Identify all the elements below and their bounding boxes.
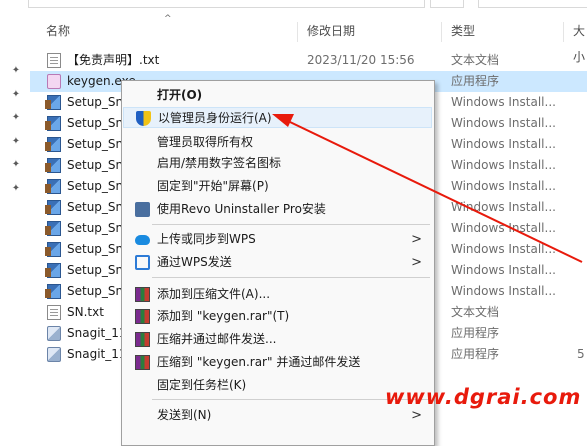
menu-item-label: 添加到压缩文件(A)... [157,287,271,301]
file-date: 2023/11/20 15:56 [307,53,415,67]
snagit-app-icon [47,347,61,362]
file-type: Windows Install... [451,263,556,277]
file-type: Windows Install... [451,200,556,214]
pin-icon: ✦ [11,89,21,100]
application-icon [47,74,61,89]
menu-item-label: 固定到任务栏(K) [157,378,247,392]
top-toolbar-strip [0,0,587,10]
pin-icon: ✦ [11,159,21,170]
installer-icon [45,95,61,110]
menu-item-wps-send[interactable]: 通过WPS发送 > [123,252,432,273]
refresh-button[interactable] [430,0,464,8]
chevron-right-icon: > [411,255,422,270]
sort-ascending-icon: ^ [164,14,172,24]
installer-icon [45,116,61,131]
file-type: Windows Install... [451,179,556,193]
column-header: ^ 名称 修改日期 类型 大小 [30,14,587,64]
installer-icon [45,137,61,152]
column-divider[interactable] [563,22,564,42]
menu-item-label: 压缩到 "keygen.rar" 并通过邮件发送 [157,355,361,369]
menu-item-label: 压缩并通过邮件发送... [157,332,277,346]
menu-separator [152,224,430,225]
pin-icon: ✦ [11,65,21,76]
text-file-icon [47,305,61,320]
installer-icon [45,179,61,194]
file-type: Windows Install... [451,284,556,298]
file-type: 应用程序 [451,74,500,88]
search-input[interactable] [478,0,587,8]
menu-item-label: 以管理员身份运行(A) [158,111,272,125]
file-type: 应用程序 [451,326,500,340]
file-type: Windows Install... [451,242,556,256]
file-name: 【免责声明】.txt [67,53,160,67]
winrar-icon [135,287,150,302]
share-icon [135,255,150,270]
installer-icon [45,200,61,215]
column-size[interactable]: 大小 [573,18,587,64]
menu-separator [152,277,430,278]
file-type: 文本文档 [451,53,500,67]
menu-item-label: 上传或同步到WPS [157,232,256,246]
navigation-pane: ✦ ✦ ✦ ✦ ✦ ✦ [0,10,30,436]
file-name: SN.txt [67,305,104,319]
column-divider[interactable] [297,22,298,42]
file-type: Windows Install... [451,158,556,172]
column-type[interactable]: 类型 [451,18,475,44]
watermark-text: www.dgrai.com [385,385,582,409]
installer-icon [45,284,61,299]
menu-item-add-to-keygen-rar[interactable]: 添加到 "keygen.rar"(T) [123,306,432,327]
column-name[interactable]: 名称 [46,18,70,44]
file-name: Snagit_11 [67,326,127,340]
winrar-icon [135,355,150,370]
winrar-icon [135,309,150,324]
menu-item-toggle-signature-icon[interactable]: 启用/禁用数字签名图标 [123,153,432,174]
menu-item-run-as-admin[interactable]: 以管理员身份运行(A) [123,107,432,128]
text-file-icon [47,53,61,68]
file-name: Snagit_11 [67,347,127,361]
pin-icon: ✦ [11,183,21,194]
menu-item-open[interactable]: 打开(O) [123,85,432,106]
menu-item-add-to-archive[interactable]: 添加到压缩文件(A)... [123,284,432,305]
chevron-right-icon: > [411,232,422,247]
file-size: 5 [577,347,585,361]
installer-icon [45,221,61,236]
uac-shield-icon [136,111,151,126]
menu-item-label: 通过WPS发送 [157,255,232,269]
file-type: Windows Install... [451,116,556,130]
winrar-icon [135,332,150,347]
file-type: Windows Install... [451,137,556,151]
menu-item-label: 启用/禁用数字签名图标 [157,156,282,170]
column-divider[interactable] [441,22,442,42]
file-type: Windows Install... [451,95,556,109]
column-date[interactable]: 修改日期 [307,18,355,44]
menu-item-revo-uninstall[interactable]: 使用Revo Uninstaller Pro安装 [123,199,432,220]
menu-item-label: 添加到 "keygen.rar"(T) [157,309,290,323]
menu-item-label: 固定到"开始"屏幕(P) [157,179,269,193]
revo-uninstaller-icon [135,202,150,217]
file-type: 应用程序 [451,347,500,361]
installer-icon [45,158,61,173]
menu-item-pin-start[interactable]: 固定到"开始"屏幕(P) [123,176,432,197]
menu-item-wps-upload[interactable]: 上传或同步到WPS > [123,229,432,250]
installer-icon [45,263,61,278]
menu-item-compress-email[interactable]: 压缩并通过邮件发送... [123,329,432,350]
address-bar[interactable] [28,0,425,8]
installer-icon [45,242,61,257]
cloud-icon [135,235,150,245]
menu-item-label: 发送到(N) [157,408,212,422]
menu-item-label: 管理员取得所有权 [157,135,254,149]
file-type: 文本文档 [451,305,500,319]
menu-item-label: 使用Revo Uninstaller Pro安装 [157,202,326,216]
menu-item-compress-keygen-email[interactable]: 压缩到 "keygen.rar" 并通过邮件发送 [123,352,432,373]
menu-item-take-ownership[interactable]: 管理员取得所有权 [123,132,432,153]
menu-item-label: 打开(O) [157,88,203,102]
file-type: Windows Install... [451,221,556,235]
pin-icon: ✦ [11,136,21,147]
pin-icon: ✦ [11,112,21,123]
file-row[interactable]: 【免责声明】.txt 2023/11/20 15:56 文本文档 [30,50,587,71]
snagit-app-icon [47,326,61,341]
